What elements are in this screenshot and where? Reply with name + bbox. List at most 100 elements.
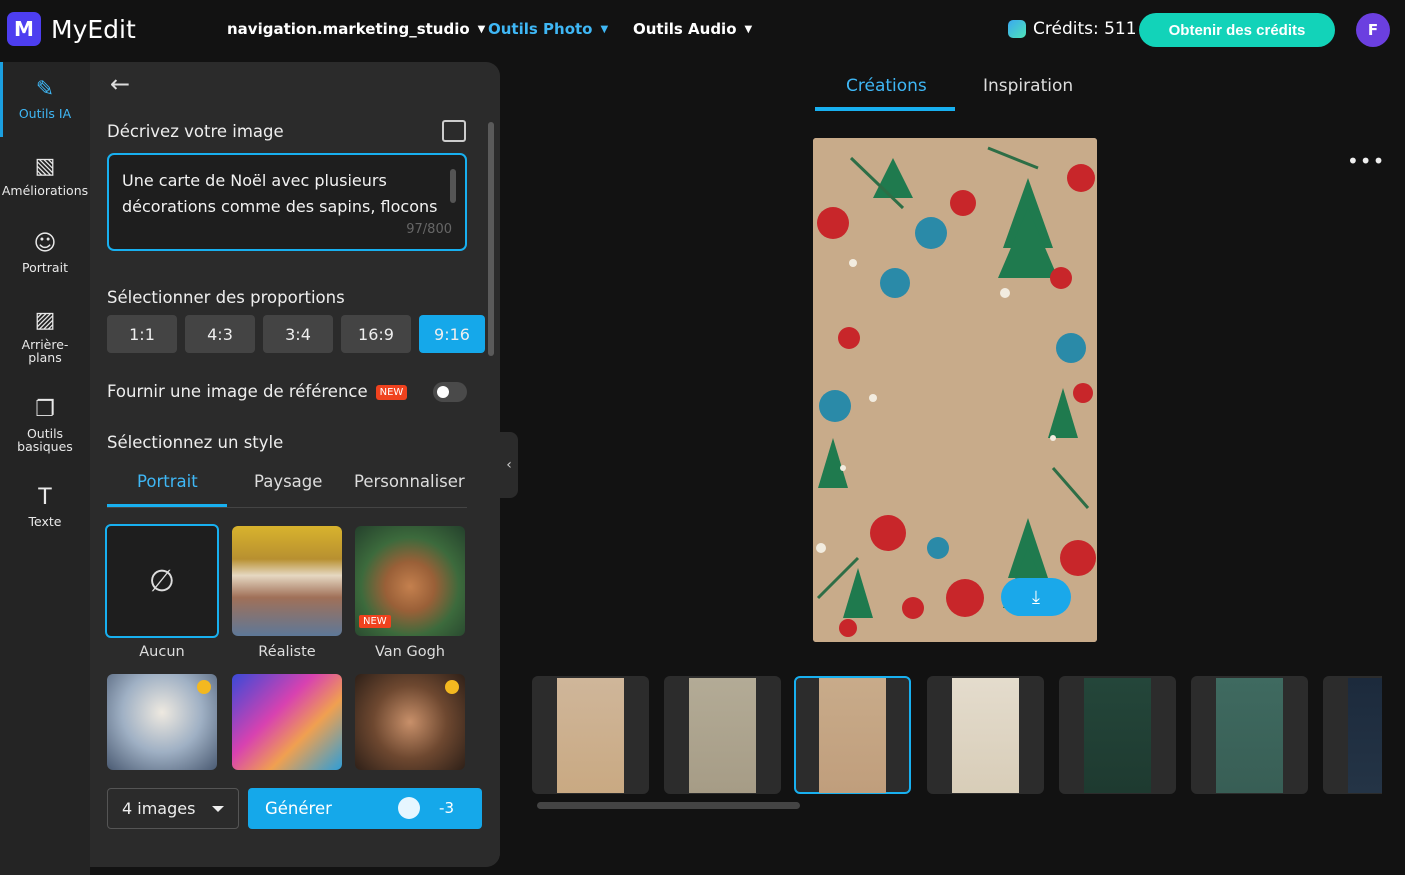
more-options-icon[interactable]: ••• bbox=[1347, 149, 1385, 173]
image-count-value: 4 images bbox=[122, 799, 196, 818]
generate-button[interactable]: Générer -3 bbox=[248, 788, 482, 829]
creation-thumbnail[interactable] bbox=[664, 676, 781, 794]
sidebar-item-ai-tools[interactable]: ✎ Outils IA bbox=[0, 78, 90, 121]
no-style-icon: ∅ bbox=[148, 563, 176, 599]
sidebar-item-label: Portrait bbox=[22, 260, 68, 275]
style-label-van-gogh: Van Gogh bbox=[375, 644, 445, 660]
tab-inspiration[interactable]: Inspiration bbox=[983, 76, 1073, 96]
add-image-icon[interactable] bbox=[442, 120, 466, 142]
sidebar-item-enhancements[interactable]: ▧ Améliorations bbox=[0, 155, 90, 198]
ai-tool-panel: ← Décrivez votre image Une carte de Noël… bbox=[90, 62, 500, 867]
generate-bar: 4 images Générer -3 bbox=[90, 777, 500, 867]
panel-scrollbar[interactable] bbox=[488, 122, 494, 356]
result-tabs: Créations Inspiration bbox=[815, 62, 1095, 112]
style-fantasy-tile[interactable] bbox=[107, 674, 217, 770]
creation-thumbnail-selected[interactable] bbox=[794, 676, 911, 794]
ratio-3-4-button[interactable]: 3:4 bbox=[263, 315, 333, 353]
sidebar-item-basic-tools[interactable]: ❐ Outils basiques bbox=[0, 397, 90, 454]
tab-custom[interactable]: Personnaliser bbox=[354, 472, 465, 491]
nav-label: navigation.marketing_studio bbox=[227, 20, 470, 38]
reference-image-toggle[interactable] bbox=[433, 382, 467, 402]
basic-tools-icon: ❐ bbox=[35, 397, 55, 422]
nav-label: Outils Photo bbox=[488, 20, 593, 38]
ratio-1-1-button[interactable]: 1:1 bbox=[107, 315, 177, 353]
get-credits-button[interactable]: Obtenir des crédits bbox=[1139, 13, 1335, 47]
prompt-scrollbar[interactable] bbox=[450, 169, 456, 203]
creation-thumbnail[interactable] bbox=[927, 676, 1044, 794]
style-van-gogh-tile[interactable]: NEW bbox=[355, 526, 465, 636]
style-anime-tile[interactable] bbox=[232, 674, 342, 770]
app-name: MyEdit bbox=[51, 14, 136, 44]
active-tab-underline bbox=[107, 504, 227, 507]
tab-landscape[interactable]: Paysage bbox=[254, 472, 322, 491]
thumbnail-image bbox=[557, 678, 624, 793]
nav-marketing-studio[interactable]: navigation.marketing_studio ▼ bbox=[227, 20, 485, 38]
nav-audio-tools[interactable]: Outils Audio ▼ bbox=[633, 20, 752, 38]
style-none-tile[interactable]: ∅ bbox=[105, 524, 219, 638]
sidebar-item-label: Améliorations bbox=[1, 183, 89, 198]
prompt-char-count: 97/800 bbox=[406, 222, 452, 237]
thumbnail-image bbox=[1084, 678, 1151, 793]
nav-photo-tools[interactable]: Outils Photo ▼ bbox=[488, 20, 608, 38]
active-tab-underline bbox=[815, 107, 955, 111]
premium-crown-icon bbox=[197, 680, 211, 694]
style-label: Sélectionnez un style bbox=[107, 433, 284, 452]
credits-label: Crédits: 511 bbox=[1033, 19, 1137, 39]
thumbnail-image bbox=[1216, 678, 1283, 793]
ratio-16-9-button[interactable]: 16:9 bbox=[341, 315, 411, 353]
style-pet-tile[interactable] bbox=[355, 674, 465, 770]
tab-creations[interactable]: Créations bbox=[846, 76, 927, 96]
portrait-icon: ☺ bbox=[33, 231, 57, 256]
new-badge: NEW bbox=[359, 615, 391, 628]
describe-label: Décrivez votre image bbox=[107, 122, 284, 141]
top-bar: M MyEdit navigation.marketing_studio ▼ Ou… bbox=[0, 0, 1405, 62]
download-button[interactable]: ⤓ bbox=[1001, 578, 1071, 616]
generate-cost: -3 bbox=[439, 799, 454, 817]
creation-thumbnail[interactable] bbox=[1059, 676, 1176, 794]
image-count-select[interactable]: 4 images bbox=[107, 788, 239, 829]
creations-strip bbox=[532, 676, 1382, 796]
sidebar-item-text[interactable]: T Texte bbox=[0, 485, 90, 529]
sidebar-item-portrait[interactable]: ☺ Portrait bbox=[0, 231, 90, 275]
creation-thumbnail[interactable] bbox=[532, 676, 649, 794]
chevron-down-icon: ▼ bbox=[477, 23, 486, 35]
creation-thumbnail[interactable] bbox=[1191, 676, 1308, 794]
sidebar-item-label: Outils basiques bbox=[17, 426, 73, 454]
prompt-text: Une carte de Noël avec plusieurs décorat… bbox=[122, 171, 438, 216]
premium-crown-icon bbox=[445, 680, 459, 694]
generate-label: Générer bbox=[265, 799, 332, 818]
style-tabs: Portrait Paysage Personnaliser bbox=[107, 464, 467, 508]
tab-portrait[interactable]: Portrait bbox=[137, 472, 198, 491]
logo-mark: M bbox=[7, 12, 41, 46]
avatar[interactable]: F bbox=[1356, 13, 1390, 47]
creation-thumbnail[interactable] bbox=[1323, 676, 1382, 794]
strip-scrollbar[interactable] bbox=[537, 802, 800, 809]
proportions-label: Sélectionner des proportions bbox=[107, 288, 345, 307]
ratio-selector: 1:1 4:3 3:4 16:9 9:16 bbox=[107, 315, 485, 353]
style-label-realistic: Réaliste bbox=[258, 644, 316, 660]
background-icon: ▨ bbox=[34, 308, 56, 333]
ratio-9-16-button[interactable]: 9:16 bbox=[419, 315, 485, 353]
credit-gem-icon bbox=[1008, 20, 1026, 38]
chevron-down-icon: ▼ bbox=[744, 23, 753, 35]
credits-display: Crédits: 511 bbox=[1008, 19, 1137, 39]
preview-image: ⤓ bbox=[813, 138, 1097, 642]
prompt-input[interactable]: Une carte de Noël avec plusieurs décorat… bbox=[107, 153, 467, 251]
sidebar-item-label: Arrière-plans bbox=[21, 337, 69, 365]
tool-sidebar: ✎ Outils IA ▧ Améliorations ☺ Portrait ▨… bbox=[0, 62, 90, 875]
caret-down-icon bbox=[212, 806, 224, 812]
app-logo[interactable]: M MyEdit bbox=[7, 12, 136, 46]
ratio-4-3-button[interactable]: 4:3 bbox=[185, 315, 255, 353]
sidebar-item-label: Texte bbox=[28, 514, 62, 529]
chevron-left-icon: ‹ bbox=[506, 457, 512, 473]
download-icon: ⤓ bbox=[1032, 586, 1040, 608]
back-arrow-icon[interactable]: ← bbox=[110, 70, 130, 98]
sidebar-item-backgrounds[interactable]: ▨ Arrière-plans bbox=[0, 308, 90, 365]
text-icon: T bbox=[38, 485, 52, 510]
christmas-card-image bbox=[813, 138, 1097, 642]
style-realistic-tile[interactable] bbox=[232, 526, 342, 636]
thumbnail-image bbox=[1348, 678, 1382, 793]
thumbnail-image bbox=[819, 678, 886, 793]
collapse-panel-button[interactable]: ‹ bbox=[500, 432, 518, 498]
thumbnail-image bbox=[689, 678, 756, 793]
